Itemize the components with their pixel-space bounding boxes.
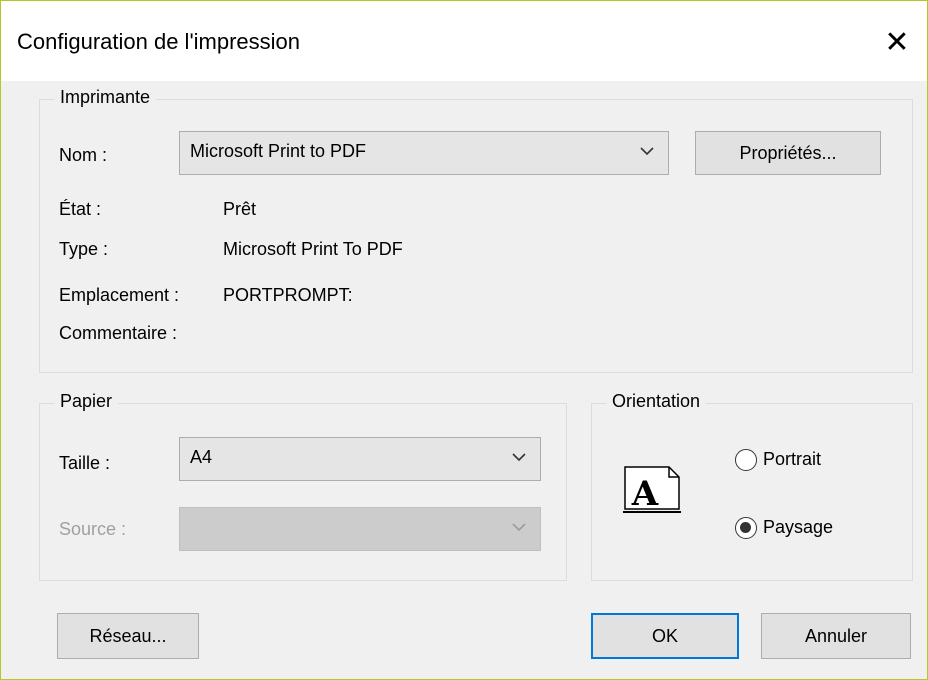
paper-source-label: Source : — [59, 519, 127, 539]
page-preview-letter: A — [631, 474, 659, 513]
paper-group-label: Papier — [54, 391, 119, 412]
paper-group: Papier — [39, 391, 567, 581]
printer-comment-label: Commentaire : — [59, 323, 178, 343]
print-setup-dialog: Configuration de l'impression ✕ Impriman… — [0, 0, 928, 680]
close-icon[interactable]: ✕ — [877, 23, 917, 63]
printer-type-label: Type : — [59, 239, 109, 259]
title-bar: Configuration de l'impression ✕ — [1, 1, 927, 81]
portrait-radio[interactable] — [735, 449, 757, 471]
printer-name-label: Nom : — [59, 145, 108, 165]
cancel-button[interactable]: Annuler — [761, 613, 911, 659]
printer-name-value: Microsoft Print to PDF — [190, 141, 367, 161]
portrait-label[interactable]: Portrait — [763, 449, 821, 470]
printer-status-label: État : — [59, 199, 102, 219]
orientation-group-label: Orientation — [606, 391, 707, 412]
dialog-title: Configuration de l'impression — [17, 29, 301, 54]
printer-location-label: Emplacement : — [59, 285, 180, 305]
chevron-down-icon — [512, 453, 526, 462]
network-button[interactable]: Réseau... — [57, 613, 199, 659]
paper-size-value: A4 — [190, 447, 213, 467]
properties-button[interactable]: Propriétés... — [695, 131, 881, 175]
printer-status-value: Prêt — [223, 199, 257, 219]
printer-type-value: Microsoft Print To PDF — [223, 239, 403, 259]
landscape-page-icon: A — [623, 466, 681, 513]
printer-group-label: Imprimante — [54, 87, 157, 108]
chevron-down-icon — [512, 523, 526, 532]
landscape-label[interactable]: Paysage — [763, 517, 833, 538]
paper-size-select[interactable]: A4 — [179, 437, 541, 481]
paper-source-select — [179, 507, 541, 551]
landscape-radio[interactable] — [735, 517, 757, 539]
paper-size-label: Taille : — [59, 453, 111, 473]
chevron-down-icon — [640, 147, 654, 156]
ok-button[interactable]: OK — [591, 613, 739, 659]
printer-name-select[interactable]: Microsoft Print to PDF — [179, 131, 669, 175]
landscape-radio-dot — [740, 522, 751, 533]
printer-location-value: PORTPROMPT: — [223, 285, 353, 305]
